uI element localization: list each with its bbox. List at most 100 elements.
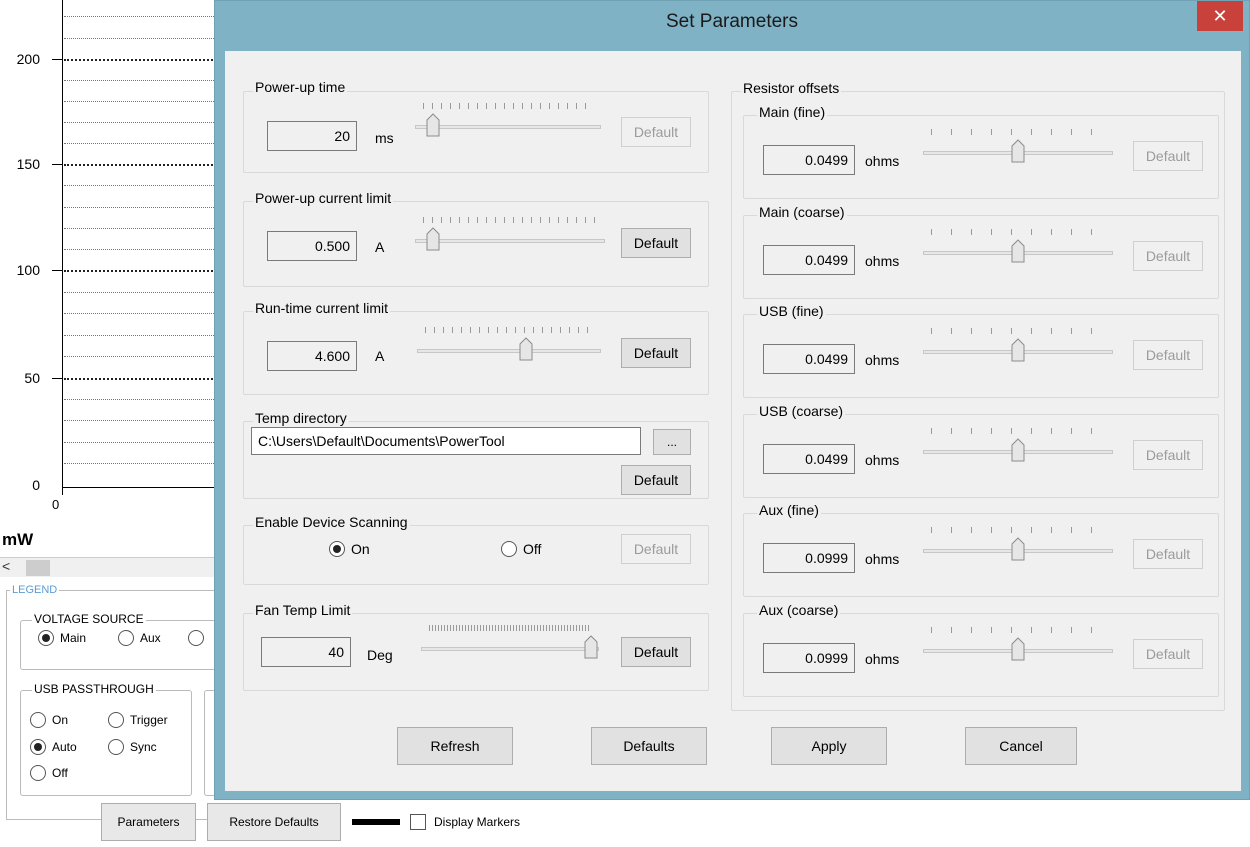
grid-line <box>64 335 224 336</box>
usb-on-radio[interactable]: On <box>30 712 68 728</box>
y-tick-mark <box>52 59 62 60</box>
resistor-aux-coarse-title: Aux (coarse) <box>757 601 841 618</box>
resistor-offsets-title: Resistor offsets <box>741 80 842 96</box>
resistor-aux-coarse-default-button[interactable]: Default <box>1133 638 1203 669</box>
radio-icon[interactable] <box>188 630 204 646</box>
resistor-main-coarse-default-button[interactable]: Default <box>1133 240 1203 271</box>
grid-line <box>64 38 224 39</box>
resistor-usb-fine-default-button[interactable]: Default <box>1133 340 1203 370</box>
scanning-off-radio[interactable]: Off <box>501 541 541 557</box>
grid-line <box>64 442 224 443</box>
refresh-button[interactable]: Refresh <box>397 727 513 765</box>
radio-icon[interactable] <box>30 712 46 728</box>
resistor-usb-coarse-default-button[interactable]: Default <box>1133 439 1203 470</box>
restore-defaults-button[interactable]: Restore Defaults <box>207 803 341 841</box>
y-tick-label: 150 <box>16 156 40 172</box>
radio-icon[interactable] <box>118 630 134 646</box>
run-time-current-title: Run-time current limit <box>253 300 391 316</box>
resistor-aux-fine-value[interactable]: 0.0999 <box>763 543 855 573</box>
slider-thumb[interactable] <box>1011 338 1025 362</box>
power-up-current-slider[interactable] <box>415 215 605 255</box>
radio-icon[interactable] <box>501 541 517 557</box>
apply-button[interactable]: Apply <box>771 727 887 765</box>
resistor-aux-fine-unit: ohms <box>865 551 900 567</box>
run-time-current-default-button[interactable]: Default <box>621 338 691 368</box>
radio-label: Off <box>52 766 68 780</box>
unit-label: mW <box>2 530 34 549</box>
usb-off-radio[interactable]: Off <box>30 765 68 781</box>
slider-thumb[interactable] <box>1011 139 1025 163</box>
scroll-thumb[interactable] <box>26 560 50 576</box>
scanning-on-radio[interactable]: On <box>329 541 370 557</box>
power-up-time-default-button[interactable]: Default <box>621 117 691 147</box>
y-tick-label: 0 <box>32 477 40 493</box>
power-up-current-value[interactable]: 0.500 <box>267 231 357 261</box>
resistor-main-fine-value[interactable]: 0.0499 <box>763 145 855 175</box>
close-icon[interactable]: ✕ <box>1212 6 1227 27</box>
power-up-current-unit: A <box>375 239 385 255</box>
temp-directory-input[interactable]: C:\Users\Default\Documents\PowerTool <box>251 427 641 455</box>
fan-temp-value[interactable]: 40 <box>261 637 351 667</box>
y-tick-label: 100 <box>16 262 40 278</box>
power-up-time-unit: ms <box>375 130 394 146</box>
resistor-main-fine-default-button[interactable]: Default <box>1133 141 1203 171</box>
power-up-time-slider[interactable] <box>415 101 601 141</box>
resistor-aux-coarse-value[interactable]: 0.0999 <box>763 642 855 673</box>
parameters-button[interactable]: Parameters <box>101 803 196 841</box>
device-scanning-default-button[interactable]: Default <box>621 534 691 564</box>
power-up-current-default-button[interactable]: Default <box>621 228 691 258</box>
radio-icon[interactable] <box>108 739 124 755</box>
radio-label: Main <box>60 631 87 645</box>
resistor-main-fine-slider[interactable] <box>923 127 1113 167</box>
slider-ticks <box>429 625 591 631</box>
close-button[interactable]: ✕ <box>1197 1 1243 31</box>
slider-thumb[interactable] <box>426 227 440 251</box>
slider-thumb[interactable] <box>1011 537 1025 561</box>
slider-track <box>417 349 601 353</box>
radio-icon[interactable] <box>38 630 54 646</box>
slider-thumb[interactable] <box>426 113 440 137</box>
scroll-left-icon[interactable]: < <box>2 558 10 574</box>
fan-temp-default-button[interactable]: Default <box>621 637 691 667</box>
radio-icon[interactable] <box>30 739 46 755</box>
voltage-source-third[interactable] <box>188 630 204 646</box>
resistor-main-coarse-slider[interactable] <box>923 227 1113 267</box>
run-time-current-value[interactable]: 4.600 <box>267 341 357 371</box>
cancel-button[interactable]: Cancel <box>965 727 1077 765</box>
resistor-aux-fine-default-button[interactable]: Default <box>1133 539 1203 569</box>
fan-temp-slider[interactable] <box>421 623 599 663</box>
slider-thumb[interactable] <box>519 337 533 361</box>
radio-icon[interactable] <box>329 541 345 557</box>
display-markers-checkbox[interactable] <box>410 814 426 830</box>
resistor-aux-fine-slider[interactable] <box>923 525 1113 565</box>
browse-button[interactable]: ... <box>653 429 691 455</box>
resistor-usb-fine-value[interactable]: 0.0499 <box>763 344 855 374</box>
run-time-current-slider[interactable] <box>417 325 601 365</box>
resistor-aux-coarse-slider[interactable] <box>923 625 1113 665</box>
grid-line <box>64 143 224 144</box>
slider-ticks <box>423 217 597 223</box>
defaults-button[interactable]: Defaults <box>591 727 707 765</box>
usb-sync-radio[interactable]: Sync <box>108 739 157 755</box>
resistor-usb-fine-unit: ohms <box>865 352 900 368</box>
slider-thumb[interactable] <box>1011 437 1025 462</box>
resistor-usb-fine-slider[interactable] <box>923 326 1113 366</box>
horizontal-scrollbar[interactable]: < <box>0 557 230 577</box>
fan-temp-title: Fan Temp Limit <box>253 602 353 618</box>
power-up-time-value[interactable]: 20 <box>267 121 357 151</box>
grid-line <box>64 463 224 464</box>
power-chart: 200 150 100 50 0 0 <box>0 0 230 590</box>
temp-directory-default-button[interactable]: Default <box>621 465 691 495</box>
resistor-main-coarse-value[interactable]: 0.0499 <box>763 244 855 275</box>
radio-icon[interactable] <box>30 765 46 781</box>
voltage-source-aux[interactable]: Aux <box>118 630 161 646</box>
resistor-usb-coarse-slider[interactable] <box>923 426 1113 466</box>
radio-icon[interactable] <box>108 712 124 728</box>
slider-thumb[interactable] <box>1011 238 1025 263</box>
resistor-usb-coarse-value[interactable]: 0.0499 <box>763 443 855 474</box>
usb-auto-radio[interactable]: Auto <box>30 739 77 755</box>
slider-thumb[interactable] <box>1011 636 1025 661</box>
voltage-source-main[interactable]: Main <box>38 630 86 646</box>
slider-thumb[interactable] <box>584 635 598 659</box>
usb-trigger-radio[interactable]: Trigger <box>108 712 168 728</box>
